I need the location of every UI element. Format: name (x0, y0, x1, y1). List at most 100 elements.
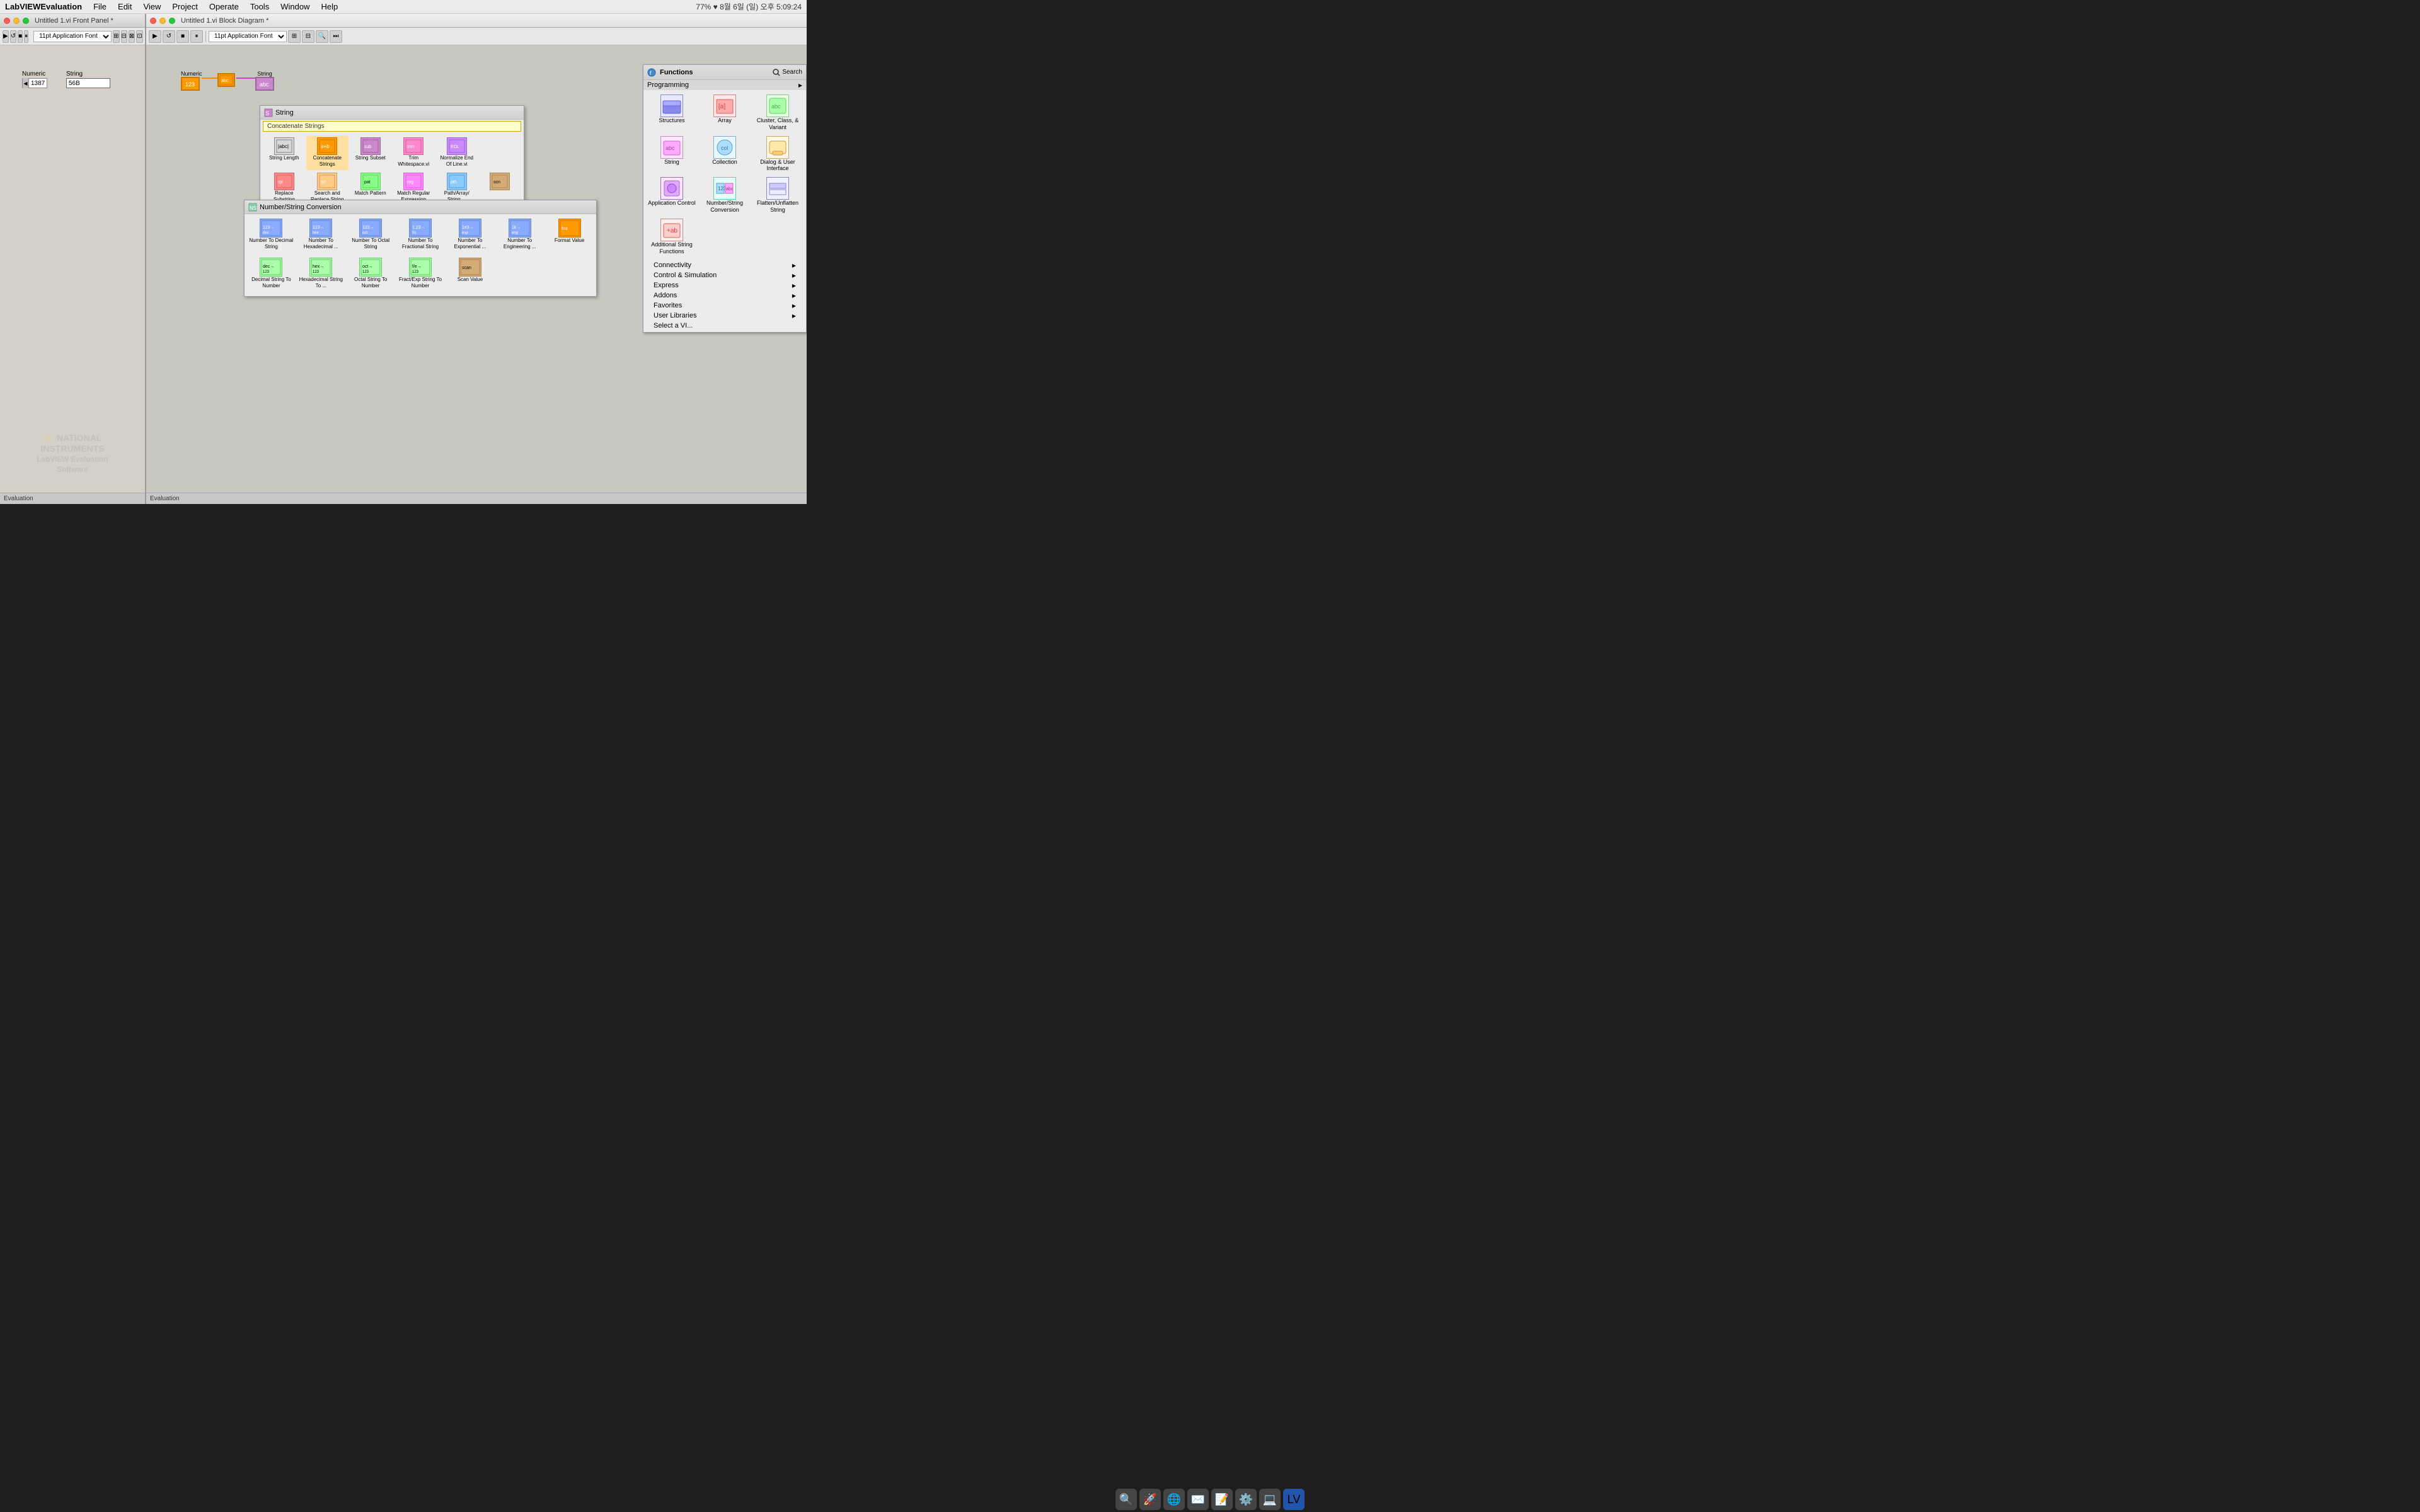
string-item-strlen[interactable]: |abc| String Length (263, 135, 306, 170)
bd-step-button[interactable]: ⏭ (330, 30, 342, 43)
numstr-item-dec2num[interactable]: dec→123 Decimal String To Number (247, 256, 296, 294)
palette-list-select-vi[interactable]: Select a VI... (643, 321, 806, 331)
palette-item-numstr[interactable]: 123abc Number/String Conversion (699, 175, 751, 215)
numeric-control[interactable]: ◀ 1387 (22, 78, 47, 88)
bd-minimize-button[interactable] (159, 18, 166, 24)
abort-button[interactable]: ■ (18, 30, 23, 43)
numstr-item-num2hex[interactable]: 123→hex Number To Hexadecimal ... (297, 217, 345, 255)
functions-palette-header: f Functions Search (643, 65, 806, 80)
minimize-button[interactable] (13, 18, 20, 24)
svg-text:eng: eng (512, 231, 518, 235)
dock-safari[interactable]: 🌐 (1163, 1489, 1185, 1510)
numstr-item-num2dec[interactable]: 123→dec Number To Decimal String (247, 217, 296, 255)
string-item-concat[interactable]: a+b Concatenate Strings (306, 135, 349, 170)
string-item-trim[interactable]: trim Trim Whitespace.vi (393, 135, 435, 170)
palette-list-favorites[interactable]: Favorites ▶ (643, 301, 806, 311)
palette-item-appctrl[interactable]: Application Control (646, 175, 698, 215)
menu-file[interactable]: File (88, 1, 112, 13)
bd-distribute-button[interactable]: ⊟ (302, 30, 314, 43)
bd-pause-button[interactable]: ⏸ (190, 30, 203, 43)
palette-item-cluster[interactable]: abc Cluster, Class, & Variant (752, 93, 804, 133)
string-label: String (66, 71, 110, 77)
menu-help[interactable]: Help (316, 1, 343, 13)
dock-settings[interactable]: ⚙️ (1235, 1489, 1257, 1510)
convert-node[interactable]: abc (217, 73, 235, 87)
connectivity-arrow: ▶ (792, 263, 796, 268)
string-item-normalize[interactable]: EOL Normalize End Of Line.vi (435, 135, 478, 170)
bd-run-button[interactable]: ▶ (149, 30, 161, 43)
palette-list-connectivity[interactable]: Connectivity ▶ (643, 260, 806, 270)
string-node[interactable]: abc (255, 77, 274, 91)
numstr-item-hex2num[interactable]: hex→123 Hexadecimal String To ... (297, 256, 345, 294)
num2eng-icon: 1k→eng (509, 219, 531, 238)
svg-text:1e3→: 1e3→ (462, 226, 474, 230)
numeric-arrow[interactable]: ◀ (23, 78, 29, 88)
bd-debug-button[interactable]: 🔍 (316, 30, 328, 43)
svg-text:123→: 123→ (362, 226, 374, 230)
numstr-item-num2oct[interactable]: 123→oct Number To Octal String (347, 217, 395, 255)
menu-operate[interactable]: Operate (204, 1, 244, 13)
string-control[interactable]: 56B (66, 78, 110, 88)
close-button[interactable] (4, 18, 10, 24)
run-button[interactable]: ▶ (3, 30, 9, 43)
palette-list-user-libraries[interactable]: User Libraries ▶ (643, 311, 806, 321)
palette-list-express[interactable]: Express ▶ (643, 280, 806, 290)
palette-item-dialog[interactable]: Dialog & User Interface (752, 134, 804, 175)
menu-view[interactable]: View (138, 1, 166, 13)
font-selector[interactable]: 11pt Application Font (33, 31, 112, 42)
numstr-item-scan[interactable]: scan Scan Value (446, 256, 494, 294)
format-val-label: Format Value (555, 238, 584, 244)
numstr-item-num2exp[interactable]: 1e3→exp Number To Exponential ... (446, 217, 494, 255)
palette-list-addons[interactable]: Addons ▶ (643, 290, 806, 301)
maximize-button[interactable] (23, 18, 29, 24)
numeric-node[interactable]: 123 (181, 77, 200, 91)
front-panel-canvas: Numeric ◀ 1387 String 56B ⚡ NATIONALINST… (0, 45, 145, 493)
bd-font-selector[interactable]: 11pt Application Font (209, 31, 287, 42)
menu-window[interactable]: Window (275, 1, 314, 13)
dock-labview[interactable]: LV (1283, 1489, 1305, 1510)
resize-button[interactable]: ⊠ (129, 30, 135, 43)
palette-list-ctrl-sim[interactable]: Control & Simulation ▶ (643, 270, 806, 280)
numstr-item-frac2num[interactable]: f/e→123 Fract/Exp String To Number (396, 256, 445, 294)
dock-terminal[interactable]: 💻 (1259, 1489, 1281, 1510)
menu-tools[interactable]: Tools (245, 1, 274, 13)
align-button[interactable]: ⊞ (113, 30, 119, 43)
numstr-item-num2eng[interactable]: 1k→eng Number To Engineering ... (495, 217, 544, 255)
menu-project[interactable]: Project (167, 1, 202, 13)
collection-label: Collection (712, 159, 737, 166)
numstr-item-oct2num[interactable]: oct→123 Octal String To Number (347, 256, 395, 294)
bd-maximize-button[interactable] (169, 18, 175, 24)
numstr-item-num2frac[interactable]: 1.23→frc Number To Fractional String (396, 217, 445, 255)
programming-section-header[interactable]: Programming ▶ (643, 80, 806, 90)
dock-finder[interactable]: 🔍 (1115, 1489, 1137, 1510)
numstr-item-format[interactable]: fmt Format Value (545, 217, 594, 255)
svg-text:123→: 123→ (313, 226, 325, 230)
pause-button[interactable]: ⏸ (24, 30, 28, 43)
num2dec-label: Number To Decimal String (249, 238, 294, 249)
palette-item-addstr[interactable]: +ab Additional String Functions (646, 217, 698, 257)
palette-item-collection[interactable]: col Collection (699, 134, 751, 175)
palette-item-string[interactable]: abc String (646, 134, 698, 175)
subset-icon: sub (360, 137, 381, 155)
run-continuously-button[interactable]: ↺ (10, 30, 16, 43)
bd-run-cont-button[interactable]: ↺ (163, 30, 175, 43)
dock-notes[interactable]: 📝 (1211, 1489, 1233, 1510)
svg-text:abc: abc (771, 103, 781, 110)
dock-launchpad[interactable]: 🚀 (1139, 1489, 1161, 1510)
svg-text:abc: abc (726, 187, 734, 192)
palette-item-array[interactable]: [a] Array (699, 93, 751, 133)
menu-edit[interactable]: Edit (113, 1, 137, 13)
front-panel-status: Evaluation (0, 493, 145, 504)
dock-mail[interactable]: ✉️ (1187, 1489, 1209, 1510)
search-button[interactable]: Search (773, 69, 802, 76)
string-item-subset[interactable]: sub String Subset (349, 135, 392, 170)
palette-item-structures[interactable]: Structures (646, 93, 698, 133)
bd-abort-button[interactable]: ■ (176, 30, 189, 43)
svg-text:NS: NS (250, 205, 256, 211)
reorder-button[interactable]: ⊡ (136, 30, 142, 43)
bd-align-button[interactable]: ⊞ (288, 30, 301, 43)
distribute-button[interactable]: ⊟ (121, 30, 127, 43)
bd-close-button[interactable] (150, 18, 156, 24)
palette-item-flatten[interactable]: Flatten/Unflatten String (752, 175, 804, 215)
svg-text:fmt: fmt (562, 227, 568, 231)
